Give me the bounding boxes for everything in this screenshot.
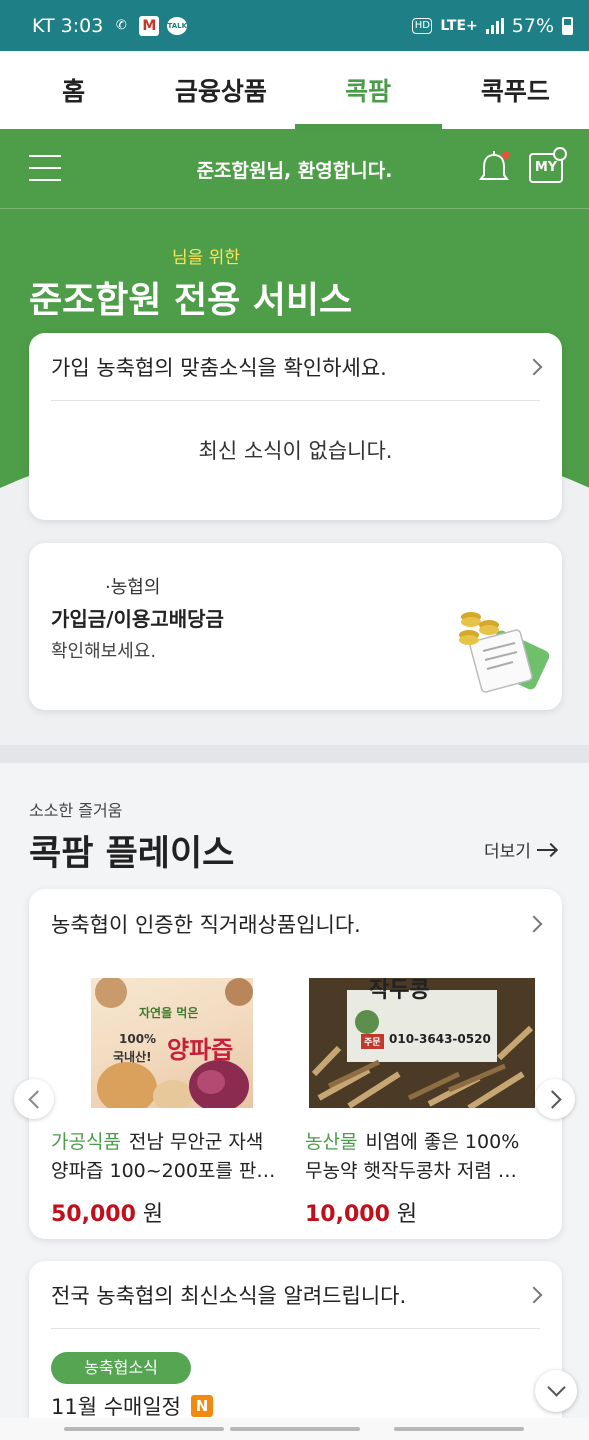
mail-app-icon: M (139, 15, 160, 36)
carrier-time: KT 3:03 (32, 14, 104, 37)
chevron-right-icon (525, 915, 543, 933)
bell-icon[interactable] (477, 149, 511, 185)
sword-bean-tea-image: 작두콩 주문 010-3643-0520 (309, 978, 535, 1108)
talk-icon: TALK (167, 16, 188, 35)
price-unit: 원 (396, 1202, 418, 1227)
tab-kokfarm[interactable]: 콕팜 (294, 51, 443, 129)
new-badge: N (191, 1395, 213, 1417)
custom-news-link[interactable]: 가입 농축협의 맞춤소식을 확인하세요. (51, 333, 543, 401)
direct-trade-link[interactable]: 농축협이 인증한 직거래상품입니다. (51, 889, 543, 959)
section-divider (0, 745, 589, 763)
latest-news-card: 전국 농축협의 최신소식을 알려드립니다. 농축협소식 11월 수매일정 N (29, 1261, 562, 1440)
section-subtitle: 소소한 즐거움 (29, 801, 123, 820)
onion-image-text-3: 국내산! (113, 1050, 152, 1064)
scroll-down-button[interactable] (535, 1370, 577, 1412)
battery-icon (562, 16, 573, 35)
latest-news-link[interactable]: 전국 농축협의 최신소식을 알려드립니다. (51, 1261, 543, 1329)
chevron-right-icon (525, 358, 543, 375)
dividend-line-2: 가입금/이용고배당금 (51, 607, 224, 631)
product-card[interactable]: 작두콩 주문 010-3643-0520 농산물 비염에 좋은 100% 무농약 … (305, 978, 535, 1228)
product-category: 가공식품 (51, 1131, 121, 1153)
carousel-next-button[interactable] (535, 1079, 575, 1119)
price-value: 50,000 (51, 1202, 136, 1227)
bean-image-text-3: 010-3643-0520 (389, 1032, 491, 1046)
nav-handle-center[interactable] (230, 1427, 360, 1431)
onion-image-text-2: 100% (119, 1032, 157, 1046)
latest-news-title: 전국 농축협의 최신소식을 알려드립니다. (51, 1283, 407, 1308)
product-title: 가공식품 전남 무안군 자색 양파즙 100~200포를 판… (51, 1128, 281, 1186)
carousel-prev-button[interactable] (14, 1079, 54, 1119)
onion-image-text-1: 자연을 먹은 (139, 1006, 199, 1020)
hero-title: 준조합원 전용 서비스 (29, 280, 353, 321)
money-receipt-illustration (459, 612, 549, 693)
signal-icon (485, 17, 504, 34)
onion-image-text-4: 양파즙 (167, 1036, 234, 1064)
silent-icon: ✆ (115, 17, 127, 33)
arrow-right-icon (536, 844, 557, 856)
news-tag: 농축협소식 (51, 1352, 191, 1384)
news-item-title: 11월 수매일정 (51, 1395, 181, 1419)
status-bar: KT 3:03 ✆ M TALK HD LTE+ 57% (0, 0, 589, 51)
product-card[interactable]: 자연을 먹은 100% 국내산! 양파즙 가공식품 전남 무안군 자색 양파즙 1… (51, 978, 281, 1228)
dividend-card[interactable]: ·농협의 가입금/이용고배당금 확인해보세요. (29, 543, 562, 710)
product-title: 농산물 비염에 좋은 100% 무농약 햇작두콩차 저렴 … (305, 1128, 535, 1186)
my-page-button[interactable]: MY (529, 147, 567, 183)
price-unit: 원 (142, 1202, 164, 1227)
tab-kokfood[interactable]: 콕푸드 (442, 51, 589, 129)
product-category: 농산물 (305, 1131, 358, 1153)
direct-trade-card: 농축협이 인증한 직거래상품입니다. 자연을 먹은 100% 국내산! 양파즙 (14, 889, 575, 1239)
hd-voice-icon: HD (412, 17, 433, 34)
app-header: 준조합원님, 환영합니다. MY (0, 129, 589, 209)
system-nav-bar (0, 1418, 589, 1440)
more-link[interactable]: 더보기 (484, 837, 557, 862)
top-tabs: 홈 금융상품 콕팜 콕푸드 (0, 51, 589, 129)
battery-level: 57% (511, 14, 554, 37)
product-price: 10,000 원 (305, 1196, 535, 1228)
nav-handle-right[interactable] (394, 1427, 524, 1431)
news-list-item[interactable]: 11월 수매일정 N (51, 1391, 213, 1421)
empty-news-message: 최신 소식이 없습니다. (198, 439, 393, 463)
tab-financial-products[interactable]: 금융상품 (147, 51, 294, 129)
nav-handle-left[interactable] (64, 1427, 224, 1431)
product-price: 50,000 원 (51, 1196, 281, 1228)
kokfarm-place-section: 소소한 즐거움 콕팜 플레이스 더보기 농축협이 인증한 직거래상품입니다. 자… (0, 763, 589, 1440)
network-type: LTE+ (440, 17, 478, 34)
price-value: 10,000 (305, 1202, 390, 1227)
bean-image-text-1: 작두콩 (369, 978, 430, 1003)
tab-home[interactable]: 홈 (0, 51, 147, 129)
bean-image-text-2: 주문 (361, 1034, 384, 1049)
custom-news-card: 가입 농축협의 맞춤소식을 확인하세요. 최신 소식이 없습니다. (29, 333, 562, 520)
custom-news-title: 가입 농축협의 맞춤소식을 확인하세요. (51, 355, 387, 380)
dividend-line-1: ·농협의 (105, 577, 161, 598)
dividend-line-3: 확인해보세요. (51, 641, 157, 662)
hero-subtitle: 님을 위한 (172, 248, 240, 268)
more-label: 더보기 (484, 842, 531, 862)
direct-trade-title: 농축협이 인증한 직거래상품입니다. (51, 913, 361, 937)
chevron-right-icon (525, 1286, 543, 1303)
section-title: 콕팜 플레이스 (29, 834, 235, 874)
onion-juice-image: 자연을 먹은 100% 국내산! 양파즙 (91, 978, 253, 1108)
